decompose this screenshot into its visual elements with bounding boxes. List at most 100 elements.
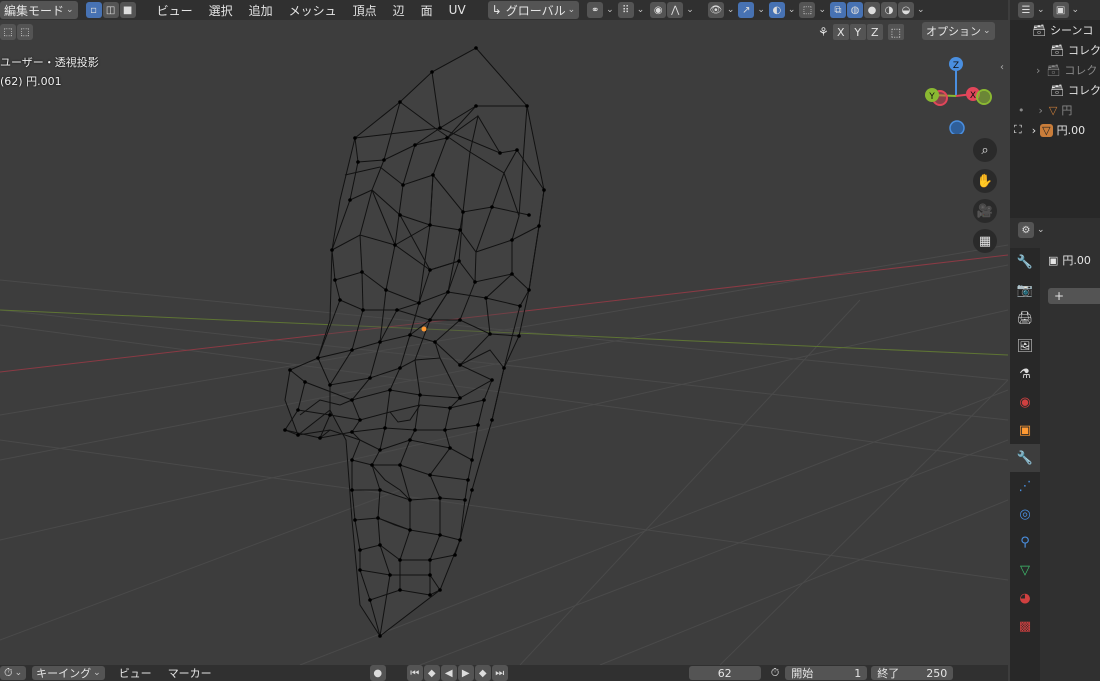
render-tab-icon[interactable]: 📷 <box>1010 276 1040 304</box>
modifier-tab-icon[interactable]: 🔧 <box>1010 444 1040 472</box>
menu-edge[interactable]: 辺 <box>385 2 413 19</box>
menu-vertex[interactable]: 頂点 <box>345 2 385 19</box>
view-label: ユーザー・透視投影 <box>0 56 99 69</box>
gizmo-neg-z-icon[interactable] <box>949 120 965 134</box>
perspective-grid-icon[interactable]: ▦ <box>973 229 997 253</box>
play-icon[interactable]: ▶ <box>457 665 474 681</box>
chevron-down-icon: ⌄ <box>983 26 991 36</box>
texture-tab-icon[interactable]: ▩ <box>1010 612 1040 640</box>
menu-uv[interactable]: UV <box>441 3 474 17</box>
mirror-axes: ⚘ X Y Z ⬚ <box>818 24 905 40</box>
menu-add[interactable]: 追加 <box>241 2 281 19</box>
edge-select-icon[interactable]: ◫ <box>102 2 119 18</box>
end-value: 250 <box>926 666 948 680</box>
select-mode-icon[interactable]: ⬚ <box>17 24 33 40</box>
solid-shading-icon[interactable]: ● <box>864 2 880 18</box>
edit-mode-icon: ⛶ <box>1014 123 1022 136</box>
chevron-down-icon: ⌄ <box>686 5 694 15</box>
navigation-gizmo[interactable]: Z X Y <box>916 54 996 134</box>
butterfly-icon[interactable]: ⚘ <box>818 25 829 39</box>
output-tab-icon[interactable]: 🖨 <box>1010 304 1040 332</box>
particles-tab-icon[interactable]: ⋰ <box>1010 472 1040 500</box>
vertex-select-icon[interactable]: ▫ <box>85 2 102 18</box>
mesh-icon: ▽ <box>1048 103 1058 117</box>
view-layer-tab-icon[interactable]: 🖼 <box>1010 332 1040 360</box>
orientation-dropdown[interactable]: ↳ グローバル ⌄ <box>487 1 580 19</box>
chevron-down-icon: ⌄ <box>757 5 765 15</box>
auto-merge-icon[interactable]: ⬚ <box>887 24 904 40</box>
end-frame-field[interactable]: 終了 250 <box>871 666 954 680</box>
sidebar-toggle-icon[interactable]: ‹ <box>1000 62 1004 73</box>
object-tab-icon[interactable]: ▣ <box>1010 416 1040 444</box>
keying-label: キーイング <box>36 667 92 680</box>
scene-tab-icon[interactable]: ⚗ <box>1010 360 1040 388</box>
editor-type-icon[interactable]: ⚙ <box>1018 222 1034 238</box>
physics-tab-icon[interactable]: ◎ <box>1010 500 1040 528</box>
data-tab-icon[interactable]: ▽ <box>1010 556 1040 584</box>
options-dropdown[interactable]: オプション ⌄ <box>922 22 995 40</box>
menu-select[interactable]: 選択 <box>201 2 241 19</box>
clock-icon: ⏱ <box>4 666 13 679</box>
display-mode-icon[interactable]: ▣ <box>1052 2 1069 18</box>
wireframe-shading-icon[interactable]: ◍ <box>847 2 863 18</box>
chevron-right-icon[interactable]: › <box>1036 64 1040 77</box>
menu-face[interactable]: 面 <box>413 2 441 19</box>
orientation-label: グローバル <box>505 3 566 18</box>
outliner-row-mesh-active[interactable]: ⛶ › ▽ 円.00 <box>1010 120 1100 140</box>
record-icon[interactable]: ● <box>369 665 386 681</box>
timeline-menu-view[interactable]: ビュー <box>111 665 160 681</box>
xray-toggle-icon[interactable]: ⧉ <box>830 2 846 18</box>
prev-keyframe-icon[interactable]: ◆ <box>423 665 440 681</box>
timeline-editor-dropdown[interactable]: ⏱ ⌄ <box>0 666 27 680</box>
material-shading-icon[interactable]: ◑ <box>881 2 897 18</box>
material-tab-icon[interactable]: ◕ <box>1010 584 1040 612</box>
collection-icon: 🗃 <box>1046 63 1061 77</box>
chevron-down-icon: ⌄ <box>787 5 796 15</box>
menu-view[interactable]: ビュー <box>149 2 201 19</box>
editor-type-icon[interactable]: ☰ <box>1018 2 1034 18</box>
jump-end-icon[interactable]: ⏭ <box>491 665 508 681</box>
outliner-row-collection[interactable]: › 🗃 コレク <box>1010 60 1100 80</box>
add-modifier-button[interactable]: + <box>1048 288 1100 304</box>
outliner-row-collection[interactable]: 🗃 コレク <box>1010 40 1100 60</box>
mesh-wireframe <box>284 47 545 637</box>
keying-dropdown[interactable]: キーイング ⌄ <box>32 666 105 680</box>
face-select-icon[interactable]: ■ <box>119 2 136 18</box>
play-reverse-icon[interactable]: ◀ <box>440 665 457 681</box>
outliner-item-label: コレク <box>1067 44 1100 57</box>
world-tab-icon[interactable]: ◉ <box>1010 388 1040 416</box>
menu-mesh[interactable]: メッシュ <box>281 2 345 19</box>
gizmo-toggle-icon[interactable]: ↗ <box>738 2 755 18</box>
outliner-row-scene[interactable]: 🗃 シーンコ <box>1010 20 1100 40</box>
visibility-icon[interactable]: 👁 <box>707 2 724 18</box>
chevron-right-icon[interactable]: › <box>1032 124 1036 137</box>
outliner-row-collection[interactable]: 🗃 コレク <box>1010 80 1100 100</box>
rendered-shading-icon[interactable]: ◒ <box>898 2 914 18</box>
mirror-x-button[interactable]: X <box>832 24 849 40</box>
snap-icon[interactable]: ⠿ <box>617 2 634 18</box>
chevron-right-icon[interactable]: › <box>1039 104 1043 117</box>
mirror-z-button[interactable]: Z <box>866 24 883 40</box>
mesh-overlay-icon[interactable]: ⬚ <box>799 2 816 18</box>
pan-hand-icon[interactable]: ✋ <box>973 169 997 193</box>
current-frame-field[interactable]: 62 <box>688 666 761 680</box>
preview-range-icon[interactable]: ⏱ <box>771 666 780 680</box>
overlay-toggle-icon[interactable]: ◐ <box>768 2 785 18</box>
toolbar-toggle[interactable]: ⬚ ⬚ <box>0 24 34 40</box>
proportional-edit-icon[interactable]: ◉ <box>650 2 667 18</box>
mirror-y-button[interactable]: Y <box>849 24 866 40</box>
timeline-menu-marker[interactable]: マーカー <box>160 665 220 681</box>
jump-start-icon[interactable]: ⏮ <box>406 665 423 681</box>
mode-dropdown[interactable]: 編集モード ⌄ <box>0 1 78 19</box>
falloff-icon[interactable]: ⋀ <box>667 2 684 18</box>
tool-tab-icon[interactable]: 🔧 <box>1010 248 1040 276</box>
select-box-icon[interactable]: ⬚ <box>0 24 16 40</box>
constraints-tab-icon[interactable]: ⚲ <box>1010 528 1040 556</box>
camera-icon[interactable]: 🎥 <box>973 199 997 223</box>
start-frame-field[interactable]: 開始 1 <box>785 666 868 680</box>
3d-viewport[interactable]: ⬚ ⬚ ユーザー・透視投影 (62) 円.001 ⚘ X Y Z ⬚ オプション… <box>0 20 1008 665</box>
next-keyframe-icon[interactable]: ◆ <box>474 665 491 681</box>
pivot-icon[interactable]: ⚭ <box>587 2 604 18</box>
zoom-icon[interactable]: ⌕ <box>973 138 997 162</box>
outliner-row-mesh[interactable]: • › ▽ 円 <box>1010 100 1100 120</box>
